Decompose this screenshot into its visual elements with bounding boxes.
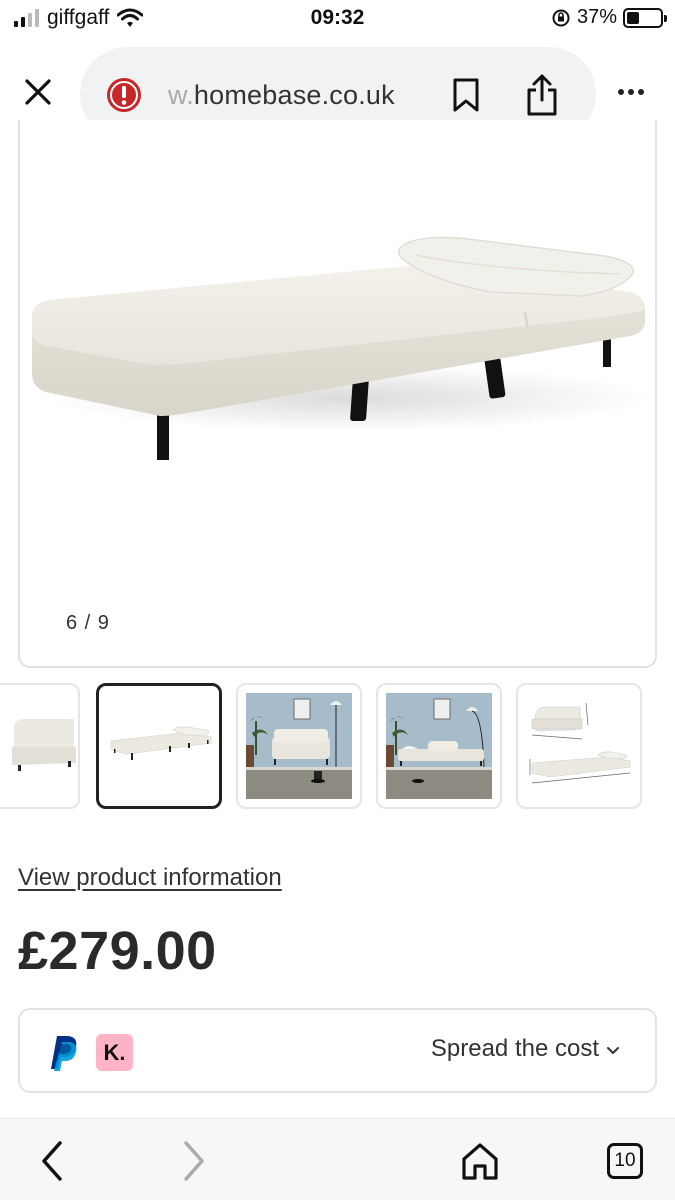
spread-the-cost-label[interactable]: Spread the cost [431,1035,599,1063]
thumbnail-image [529,702,631,784]
thumbnail-image [386,693,492,799]
url-text[interactable]: w.homebase.co.uk [168,80,395,111]
more-menu-button[interactable] [618,84,654,100]
thumbnail-strip[interactable] [0,683,675,809]
home-icon[interactable] [460,1141,500,1181]
thumbnail-image [110,726,212,760]
share-icon[interactable] [525,73,559,117]
status-right: 37% [551,6,667,29]
thumbnail-6[interactable] [96,683,222,809]
orientation-lock-icon [552,9,570,26]
warning-icon[interactable] [105,76,143,114]
thumbnail-image [246,693,352,799]
thumbnail-9[interactable] [516,683,642,809]
tabs-count: 10 [614,1150,636,1171]
more-icon [618,89,624,95]
paypal-logo-icon [51,1036,77,1071]
more-icon-dot [638,89,644,95]
browser-bottom-bar: 10 [0,1118,675,1200]
thumbnail-5[interactable] [0,683,80,809]
thumbnail-7[interactable] [236,683,362,809]
product-image[interactable] [20,120,657,590]
battery-fill [627,11,639,24]
close-button[interactable] [18,72,58,112]
bookmark-icon[interactable] [451,78,481,112]
image-counter: 6 / 9 [66,612,110,634]
klarna-logo-icon: K. [96,1034,133,1071]
tabs-button[interactable]: 10 [607,1143,643,1179]
chevron-down-icon[interactable] [605,1043,621,1059]
thumbnail-8[interactable] [376,683,502,809]
forward-icon[interactable] [178,1139,210,1183]
status-bar: giffgaff 09:32 37% [0,0,675,38]
url-prefix: w. [168,80,194,110]
thumbnail-image [12,719,76,771]
close-icon [25,79,51,105]
product-image-card[interactable]: 6 / 9 [18,120,657,668]
back-icon[interactable] [36,1139,68,1183]
view-product-information-link[interactable]: View product information [18,864,282,892]
battery-icon [623,7,667,28]
spread-the-cost-accordion[interactable]: K. Spread the cost [18,1008,657,1093]
battery-percent: 37% [576,6,617,28]
url-domain: homebase.co.uk [193,80,395,110]
more-icon-dot [628,89,634,95]
product-price: £279.00 [18,921,217,981]
